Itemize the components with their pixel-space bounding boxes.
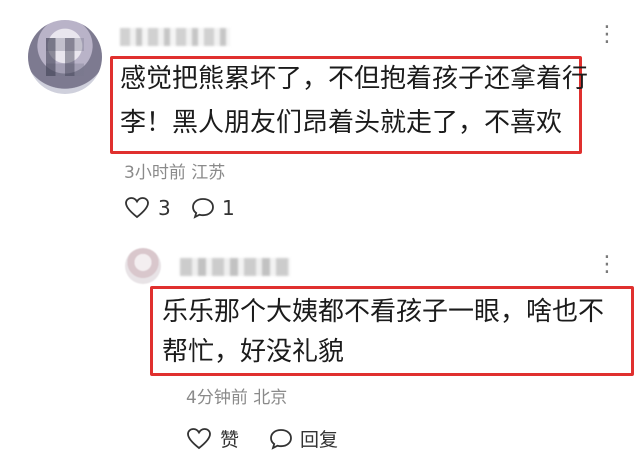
comment-text-line1: 感觉把熊累坏了，不但抱着孩子还拿着行 xyxy=(120,64,589,94)
comment-text-line2: 李！黑人朋友们昂着头就走了，不喜欢 xyxy=(120,108,563,138)
reply-like-label: 赞 xyxy=(220,429,240,451)
reply-count: 1 xyxy=(222,196,235,220)
username-blurred[interactable] xyxy=(120,28,230,46)
comment-bubble-icon xyxy=(268,427,294,451)
reply-text-line2: 帮忙，好没礼貌 xyxy=(162,337,345,367)
reply-avatar[interactable] xyxy=(125,248,161,284)
reply-reply-button[interactable]: 回复 xyxy=(268,425,338,452)
reply-count-button[interactable]: 1 xyxy=(190,196,235,220)
reply-username-blurred[interactable] xyxy=(180,258,290,276)
like-count: 3 xyxy=(158,196,171,220)
heart-icon xyxy=(186,427,212,451)
reply-text-line1: 乐乐那个大姨都不看孩子一眼，啥也不 xyxy=(162,297,605,327)
like-button[interactable]: 3 xyxy=(124,196,171,220)
more-vertical-icon[interactable]: ⋮ xyxy=(596,24,620,46)
comment-meta: 3小时前 江苏 xyxy=(124,163,226,183)
reply-like-button[interactable]: 赞 xyxy=(186,425,239,452)
avatar[interactable] xyxy=(28,20,102,94)
heart-icon xyxy=(124,196,150,220)
reply-reply-label: 回复 xyxy=(300,429,339,451)
comment-bubble-icon xyxy=(190,196,216,220)
reply-meta: 4分钟前 北京 xyxy=(186,388,288,408)
reply-more-vertical-icon[interactable]: ⋮ xyxy=(596,254,620,276)
